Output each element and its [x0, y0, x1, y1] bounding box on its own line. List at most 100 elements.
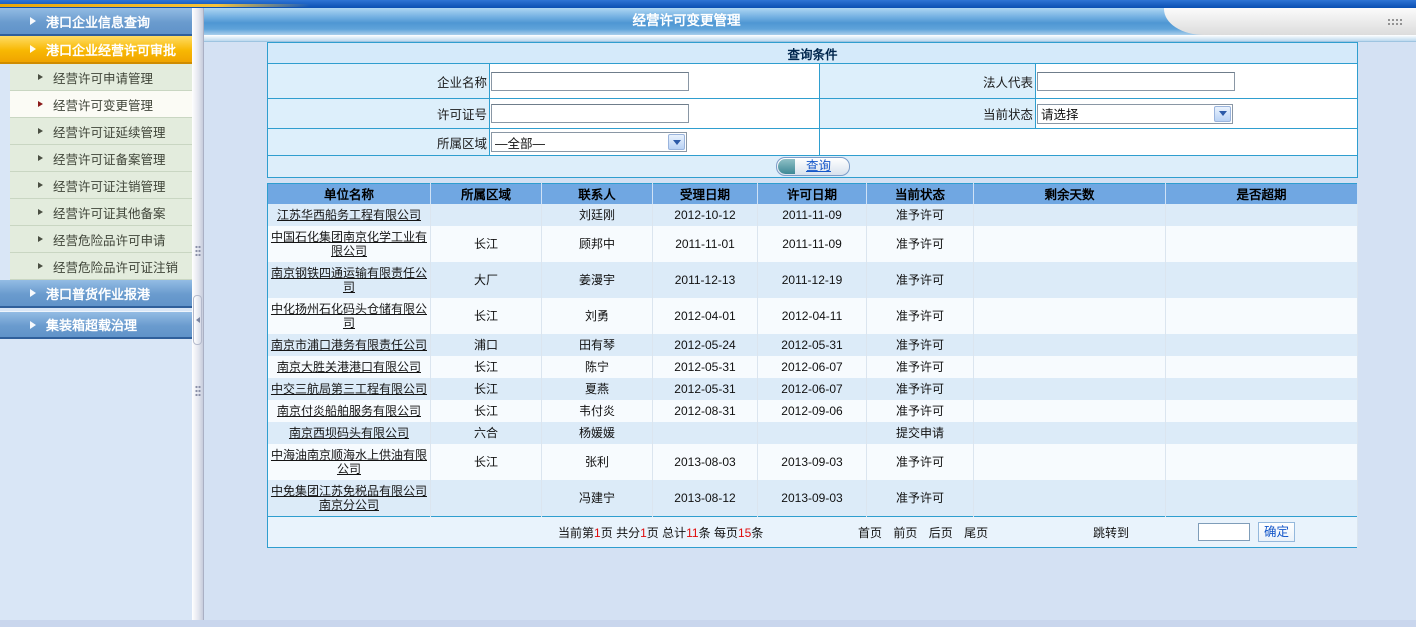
- search-button[interactable]: 查询: [776, 157, 850, 176]
- search-button-cap-icon: [778, 159, 795, 174]
- company-link[interactable]: 南京钢铁四通运输有限责任公司: [271, 266, 427, 294]
- cell-status: 准予许可: [867, 400, 974, 422]
- cell-name: 南京大胜关港港口有限公司: [268, 356, 431, 378]
- sidebar-item-license-other-record[interactable]: 经营许可证其他备案: [10, 199, 192, 226]
- sidebar-item-dangerous-goods-cancel[interactable]: 经营危险品许可证注销: [10, 253, 192, 280]
- status-select[interactable]: 请选择: [1037, 104, 1233, 124]
- cell-region: 长江: [431, 298, 542, 334]
- sidebar-item-license-apply-mgmt[interactable]: 经营许可申请管理: [10, 64, 192, 91]
- company-link[interactable]: 中化扬州石化码头仓储有限公司: [271, 302, 427, 330]
- table-row: 南京钢铁四通运输有限责任公司大厂姜漫宇2011-12-132011-12-19准…: [268, 262, 1358, 298]
- sidebar-item-enterprise-info-query[interactable]: 港口企业信息查询: [0, 8, 192, 36]
- sidebar-item-dangerous-goods-apply[interactable]: 经营危险品许可申请: [10, 226, 192, 253]
- cell-license_date: 2012-06-07: [758, 378, 867, 400]
- cell-overdue: [1166, 400, 1358, 422]
- legal-rep-input[interactable]: [1037, 72, 1235, 91]
- sidebar-item-label: 经营许可证延续管理: [53, 122, 166, 141]
- column-header: 当前状态: [867, 184, 974, 204]
- first-page-link[interactable]: 首页: [858, 526, 882, 540]
- company-link[interactable]: 中海油南京顺海水上供油有限公司: [271, 448, 427, 476]
- splitter-collapse-handle[interactable]: [193, 295, 202, 345]
- total-pages-number: 1: [640, 526, 647, 540]
- arrow-right-icon: [38, 182, 43, 188]
- cell-name: 中国石化集团南京化学工业有限公司: [268, 226, 431, 262]
- cell-days_left: [974, 226, 1166, 262]
- cell-days_left: [974, 262, 1166, 298]
- company-link[interactable]: 南京大胜关港港口有限公司: [277, 360, 421, 374]
- sidebar-item-license-record-mgmt[interactable]: 经营许可证备案管理: [10, 145, 192, 172]
- arrow-right-icon: [30, 45, 36, 53]
- cell-accept_date: 2012-10-12: [653, 204, 758, 226]
- company-link[interactable]: 南京市浦口港务有限责任公司: [271, 338, 427, 352]
- cell-accept_date: 2012-04-01: [653, 298, 758, 334]
- prev-page-link[interactable]: 前页: [893, 526, 917, 540]
- pagination-summary: 当前第1页 共分1页 总计11条 每页15条: [558, 526, 763, 540]
- jump-page-input[interactable]: [1198, 523, 1250, 541]
- table-row: 南京西坝码头有限公司六合杨媛媛提交申请: [268, 422, 1358, 444]
- sidebar-item-container-overload[interactable]: 集装箱超载治理: [0, 311, 192, 339]
- next-page-link[interactable]: 后页: [929, 526, 953, 540]
- sidebar-item-label: 经营许可证注销管理: [53, 176, 166, 195]
- cell-name: 中交三航局第三工程有限公司: [268, 378, 431, 400]
- sidebar-item-license-change-mgmt[interactable]: 经营许可变更管理: [10, 91, 192, 118]
- cell-name: 中海油南京顺海水上供油有限公司: [268, 444, 431, 480]
- cell-overdue: [1166, 444, 1358, 480]
- cell-status: 提交申请: [867, 422, 974, 444]
- cell-status: 准予许可: [867, 356, 974, 378]
- license-no-input[interactable]: [491, 104, 689, 123]
- cell-overdue: [1166, 226, 1358, 262]
- cell-region: 六合: [431, 422, 542, 444]
- sidebar-item-license-approval[interactable]: 港口企业经营许可审批: [0, 36, 192, 64]
- last-page-link[interactable]: 尾页: [964, 526, 988, 540]
- cell-overdue: [1166, 298, 1358, 334]
- grip-dots-icon[interactable]: [1387, 18, 1402, 27]
- company-link[interactable]: 中国石化集团南京化学工业有限公司: [271, 230, 427, 258]
- query-form-title: 查询条件: [268, 43, 1358, 64]
- cell-accept_date: 2013-08-12: [653, 480, 758, 517]
- company-link[interactable]: 中交三航局第三工程有限公司: [271, 382, 427, 396]
- table-row: 南京市浦口港务有限责任公司浦口田有琴2012-05-242012-05-31准予…: [268, 334, 1358, 356]
- cell-contact: 冯建宁: [542, 480, 653, 517]
- company-link[interactable]: 中免集团江苏免税品有限公司南京分公司: [271, 484, 427, 512]
- sidebar-item-license-renewal-mgmt[interactable]: 经营许可证延续管理: [10, 118, 192, 145]
- cell-license_date: 2011-11-09: [758, 226, 867, 262]
- sidebar-item-cargo-work-report[interactable]: 港口普货作业报港: [0, 280, 192, 308]
- query-form: 查询条件 企业名称 法人代表 许可证号 当前状态 请选择 所属区域 —全部—: [267, 42, 1358, 178]
- sidebar-item-label: 集装箱超载治理: [46, 315, 137, 334]
- arrow-right-icon: [38, 209, 43, 215]
- cell-license_date: 2011-12-19: [758, 262, 867, 298]
- jump-to-label: 跳转到: [1093, 526, 1129, 540]
- chevron-down-icon: [668, 134, 685, 150]
- sidebar-item-license-cancel-mgmt[interactable]: 经营许可证注销管理: [10, 172, 192, 199]
- sidebar-splitter[interactable]: [192, 8, 204, 627]
- cell-accept_date: 2013-08-03: [653, 444, 758, 480]
- confirm-button[interactable]: 确定: [1258, 522, 1295, 542]
- arrow-right-icon: [30, 321, 36, 329]
- cell-days_left: [974, 334, 1166, 356]
- current-page-number: 1: [594, 526, 601, 540]
- cell-overdue: [1166, 378, 1358, 400]
- column-header: 所属区域: [431, 184, 542, 204]
- cell-days_left: [974, 204, 1166, 226]
- cell-license_date: 2012-06-07: [758, 356, 867, 378]
- cell-status: 准予许可: [867, 480, 974, 517]
- cell-contact: 刘勇: [542, 298, 653, 334]
- company-link[interactable]: 南京西坝码头有限公司: [289, 426, 409, 440]
- cell-days_left: [974, 444, 1166, 480]
- title-bar-divider: [204, 35, 1416, 42]
- cell-status: 准予许可: [867, 444, 974, 480]
- region-select[interactable]: —全部—: [491, 132, 687, 152]
- company-link[interactable]: 江苏华西船务工程有限公司: [277, 208, 421, 222]
- arrow-right-icon: [38, 236, 43, 242]
- sidebar-item-label: 经营许可证备案管理: [53, 149, 166, 168]
- cell-accept_date: 2012-05-31: [653, 356, 758, 378]
- column-header: 是否超期: [1166, 184, 1358, 204]
- cell-status: 准予许可: [867, 298, 974, 334]
- company-name-label: 企业名称: [268, 64, 490, 99]
- cell-accept_date: 2011-11-01: [653, 226, 758, 262]
- company-link[interactable]: 南京付炎船舶服务有限公司: [277, 404, 421, 418]
- company-name-input[interactable]: [491, 72, 689, 91]
- table-row: 南京付炎船舶服务有限公司长江韦付炎2012-08-312012-09-06准予许…: [268, 400, 1358, 422]
- cell-name: 中免集团江苏免税品有限公司南京分公司: [268, 480, 431, 517]
- chevron-down-icon: [1214, 106, 1231, 122]
